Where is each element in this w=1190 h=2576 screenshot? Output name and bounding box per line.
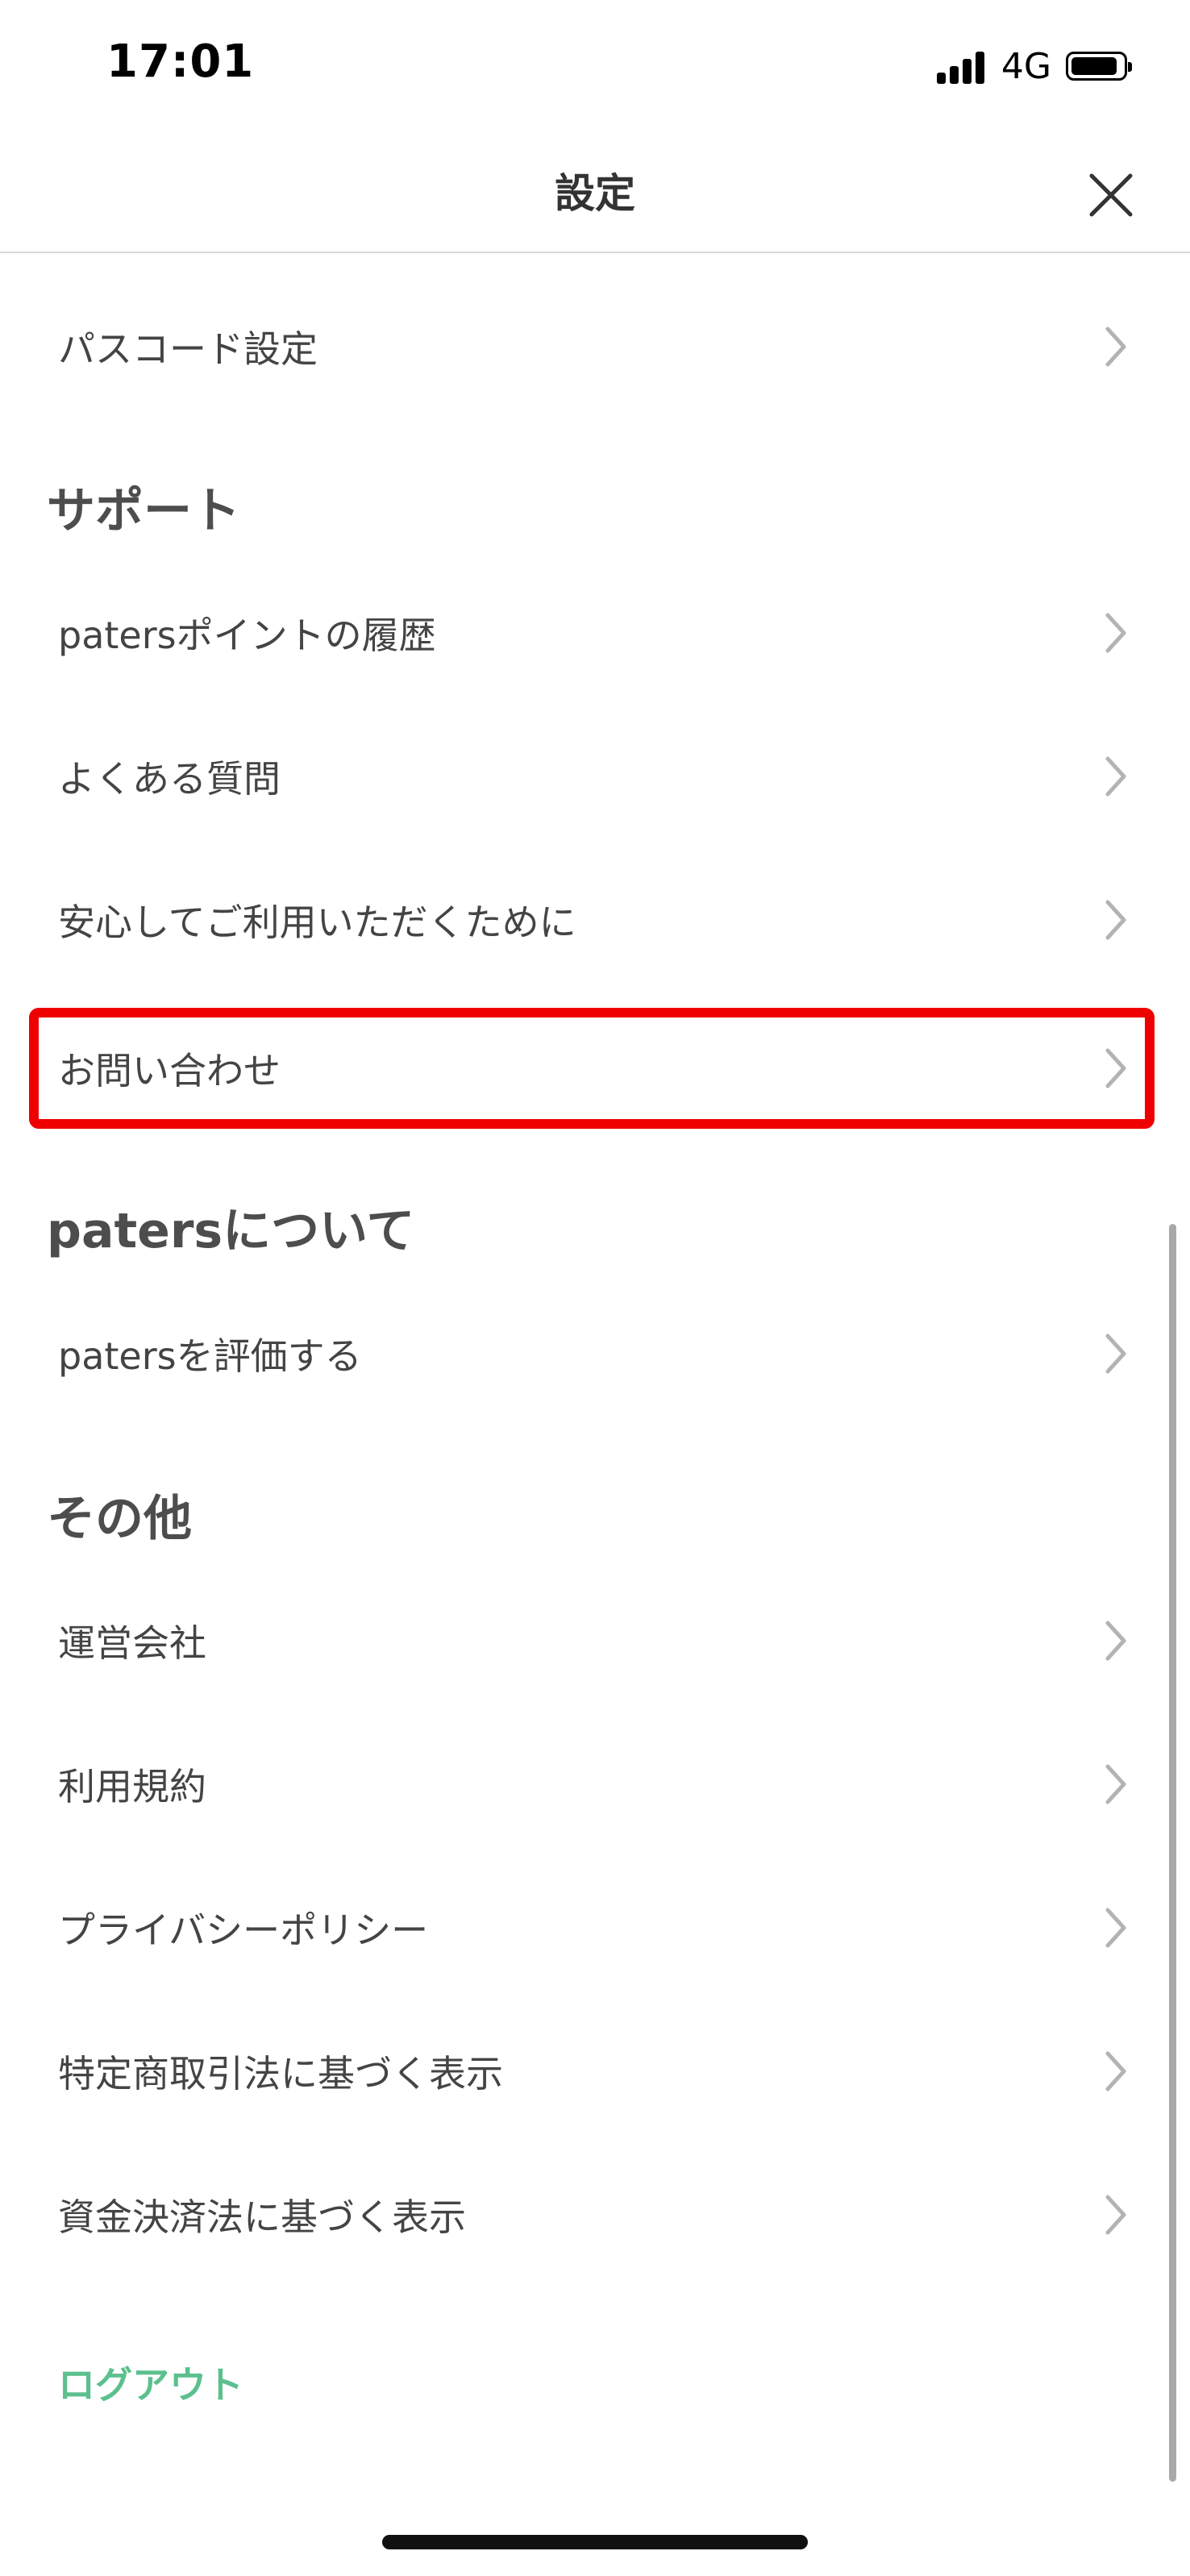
row-privacy[interactable]: プライバシーポリシー: [32, 1867, 1158, 1988]
chevron-right-icon: [1105, 613, 1126, 653]
chevron-right-icon: [1105, 900, 1126, 940]
row-label: 資金決済法に基づく表示: [58, 2195, 466, 2239]
chevron-right-icon: [1105, 2051, 1126, 2091]
home-indicator[interactable]: [382, 2535, 808, 2549]
battery-icon: [1066, 52, 1132, 81]
settings-screen: 17:01 4G 設定 パスコード設定 サポート patersポイントの履歴 よ…: [0, 0, 1190, 2576]
row-label: プライバシーポリシー: [58, 1908, 429, 1952]
row-label: 利用規約: [58, 1765, 206, 1808]
page-title: 設定: [555, 170, 635, 217]
row-label: patersポイントの履歴: [58, 614, 436, 657]
chevron-right-icon: [1105, 1908, 1126, 1948]
row-shikin[interactable]: 資金決済法に基づく表示: [32, 2154, 1158, 2275]
signal-icon: [936, 48, 988, 84]
row-company[interactable]: 運営会社: [32, 1580, 1158, 1701]
network-label: 4G: [1001, 45, 1051, 87]
section-heading-about: patersについて: [47, 1203, 415, 1259]
row-rate-app[interactable]: patersを評価する: [32, 1293, 1158, 1414]
row-faq[interactable]: よくある質問: [32, 716, 1158, 837]
row-label: よくある質問: [58, 757, 281, 801]
status-bar: 17:01 4G: [0, 0, 1190, 129]
chevron-right-icon: [1105, 756, 1126, 797]
row-points-history[interactable]: patersポイントの履歴: [32, 572, 1158, 693]
section-heading-other: その他: [47, 1491, 192, 1547]
header: 設定: [0, 129, 1190, 253]
row-label: 安心してご利用いただくために: [58, 901, 576, 944]
chevron-right-icon: [1105, 2195, 1126, 2235]
scrollbar[interactable]: [1169, 1224, 1176, 2482]
section-heading-support: サポート: [47, 483, 240, 539]
logout-button[interactable]: ログアウト: [58, 2356, 243, 2409]
close-button[interactable]: [1080, 164, 1142, 226]
row-tokushoho[interactable]: 特定商取引法に基づく表示: [32, 2011, 1158, 2132]
status-time: 17:01: [106, 35, 255, 88]
row-label: 運営会社: [58, 1621, 206, 1665]
chevron-right-icon: [1105, 327, 1126, 367]
row-passcode[interactable]: パスコード設定: [32, 286, 1158, 407]
highlight-box: [29, 1008, 1155, 1129]
chevron-right-icon: [1105, 1621, 1126, 1661]
row-terms[interactable]: 利用規約: [32, 1724, 1158, 1845]
row-safety[interactable]: 安心してご利用いただくために: [32, 859, 1158, 980]
row-label: 特定商取引法に基づく表示: [58, 2052, 503, 2095]
row-label: patersを評価する: [58, 1334, 362, 1378]
status-indicators: 4G: [936, 42, 1132, 90]
chevron-right-icon: [1105, 1334, 1126, 1374]
close-icon: [1089, 173, 1133, 217]
chevron-right-icon: [1105, 1764, 1126, 1804]
row-label: パスコード設定: [58, 327, 318, 371]
